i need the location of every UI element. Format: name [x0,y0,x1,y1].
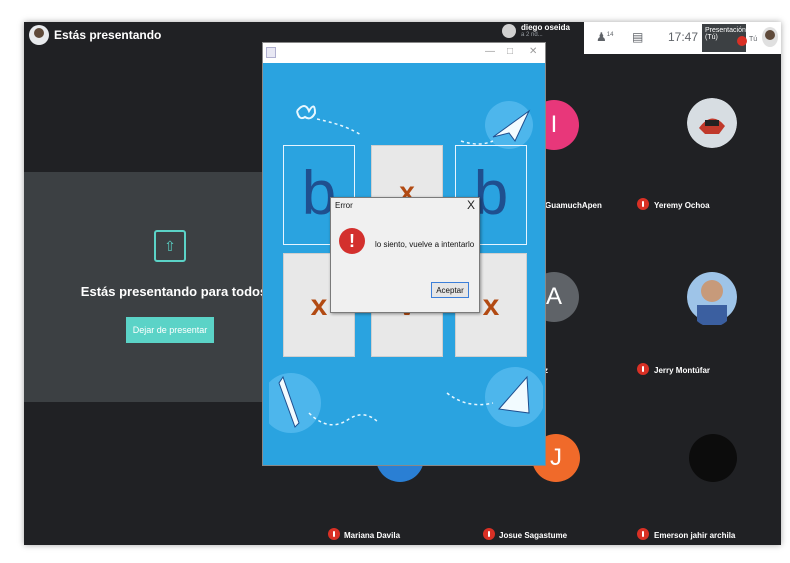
speaker-sub: a 2 nd... [521,32,543,38]
dialog-close-button[interactable]: X [467,198,475,212]
participant-name: Yeremy Ochoa [654,201,710,210]
presenting-title: Estás presentando [54,28,162,42]
profile-photo-icon [687,98,737,148]
people-icon[interactable]: ♟14 [596,30,613,44]
minimize-button[interactable]: — [485,46,495,57]
close-window-button[interactable]: ✕ [529,46,537,57]
speaker-name: diego oseida [521,23,570,32]
java-app-icon [266,47,276,58]
pencil-doodle-icon [269,373,380,433]
participant-avatar-jerry [687,267,737,327]
active-speaker: diego oseida a 2 nd... [494,22,584,44]
participant-avatar-yeremy [687,98,737,148]
error-dialog: Error X ! lo siento, vuelve a intentarlo… [330,197,480,313]
meet-window: Estás presentando ⇧ Estás presentando pa… [24,22,781,545]
participant-name: GuamuchApen [545,201,602,210]
self-muted-mic-icon [737,36,747,46]
speaker-avatar [502,24,516,38]
muted-mic-icon [328,528,340,540]
error-icon: ! [339,228,365,254]
self-avatar [29,25,49,45]
butterfly-doodle-icon [296,105,362,136]
dialog-ok-button[interactable]: Aceptar [431,282,469,298]
stop-presenting-button[interactable]: Dejar de presentar [126,317,214,343]
participant-name: Emerson jahir archila [654,531,736,540]
muted-mic-icon [637,363,649,375]
muted-mic-icon [637,528,649,540]
participant-avatar-emerson [689,434,737,482]
maximize-button[interactable]: □ [507,46,513,57]
present-screen-icon: ⇧ [154,230,186,262]
clock: 17:47 [668,30,699,44]
dialog-body: ! lo siento, vuelve a intentarlo Aceptar [331,214,479,312]
muted-mic-icon [483,528,495,540]
self-avatar-small [762,27,778,47]
participant-name: Jerry Montúfar [654,366,711,375]
profile-photo-icon [687,272,737,325]
muted-mic-icon [637,198,649,210]
ruler-doodle-icon [446,367,543,427]
chat-icon[interactable]: ▤ [632,30,643,44]
top-controls: ♟14 ▤ 17:47 Presentación (Tú) Tú [584,22,781,54]
dialog-title: Error [335,201,353,210]
game-window-titlebar: — □ ✕ [263,43,545,63]
participant-name: Josue Sagastume [499,531,568,540]
participant-name: Mariana Davila [344,531,401,540]
dialog-message: lo siento, vuelve a intentarlo [375,240,475,249]
you-label: Tú [749,36,758,43]
